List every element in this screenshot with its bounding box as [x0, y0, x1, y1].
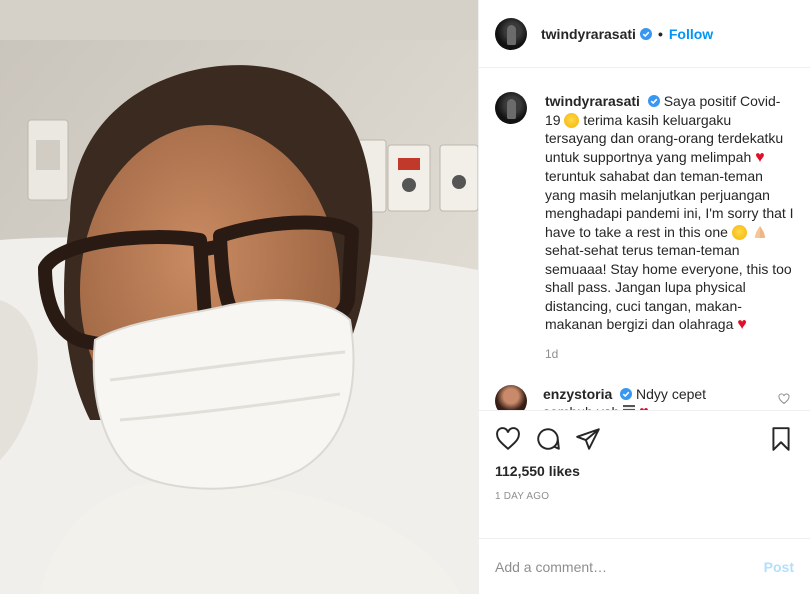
- follow-button[interactable]: Follow: [669, 26, 713, 42]
- post-date[interactable]: 1 DAY AGO: [495, 491, 794, 502]
- smile-emoji: [564, 112, 580, 128]
- comment-input[interactable]: [495, 558, 764, 575]
- bookmark-icon[interactable]: [768, 426, 794, 452]
- ladder-emoji: [623, 405, 636, 410]
- heart-outline-icon[interactable]: [495, 426, 521, 452]
- heart-emoji: ♥: [737, 316, 747, 333]
- share-icon[interactable]: [575, 426, 601, 452]
- commenter-username[interactable]: enzystoria: [543, 386, 612, 402]
- comment-icon[interactable]: [535, 426, 561, 452]
- comments-area: twindyrarasati Saya positif Covid-19 ter…: [479, 68, 810, 410]
- author-avatar[interactable]: [495, 17, 527, 50]
- pray-emoji: [754, 225, 765, 238]
- verified-icon: [639, 27, 652, 40]
- like-count[interactable]: 112,550 likes: [495, 463, 794, 479]
- commenter-avatar[interactable]: [495, 384, 527, 410]
- comment-item: enzystoria Ndyy cepet sembuh yah ♥: [495, 384, 794, 410]
- add-comment-bar: Post: [479, 538, 810, 594]
- heart-emoji: ♥: [639, 404, 649, 410]
- verified-icon: [647, 95, 660, 107]
- caption: twindyrarasati Saya positif Covid-19 ter…: [495, 92, 794, 335]
- post-side-panel: twindyrarasati • Follow twindyrarasati S…: [478, 0, 810, 594]
- caption-part-4: sehat-sehat terus teman-teman semuaaa! S…: [545, 242, 792, 332]
- comment-text-block: enzystoria Ndyy cepet sembuh yah ♥: [543, 385, 743, 410]
- comment-like-icon[interactable]: [778, 392, 790, 405]
- smile-emoji: [731, 224, 747, 240]
- separator-dot: •: [657, 25, 663, 42]
- caption-username[interactable]: twindyrarasati: [545, 93, 640, 109]
- post-actions: 112,550 likes 1 DAY AGO: [479, 410, 810, 538]
- post-header: twindyrarasati • Follow: [479, 0, 810, 68]
- caption-avatar[interactable]: [495, 92, 527, 124]
- post-comment-button[interactable]: Post: [764, 559, 794, 575]
- caption-part-2: terima kasih keluargaku tersayang dan or…: [545, 111, 784, 165]
- author-username[interactable]: twindyrarasati: [541, 26, 636, 42]
- verified-icon: [620, 387, 633, 400]
- action-icons: [495, 419, 794, 459]
- heart-emoji: ♥: [755, 148, 765, 166]
- selfie-photo: [0, 0, 478, 594]
- caption-time[interactable]: 1d: [545, 347, 794, 361]
- caption-text: twindyrarasati Saya positif Covid-19 ter…: [545, 92, 794, 335]
- post-image[interactable]: [0, 0, 478, 594]
